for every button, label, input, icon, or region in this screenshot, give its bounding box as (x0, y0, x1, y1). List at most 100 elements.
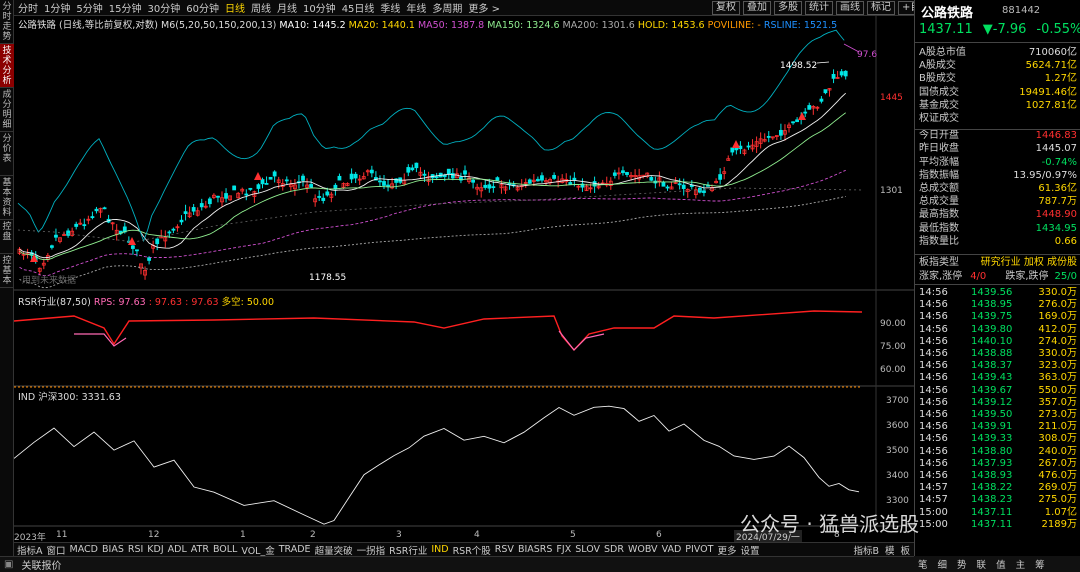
indicator-tab-15[interactable]: RSR个股 (453, 543, 491, 557)
rsr-legend-dk: 多空: 50.00 (221, 297, 275, 308)
bottom-right-tab-0[interactable]: 指标B (853, 543, 879, 557)
indicator-tab-3[interactable]: BIAS (102, 544, 124, 555)
tick-row: 14:56 1439.91 211.0万 (919, 421, 1077, 433)
indicator-tab-23[interactable]: PIVOT (685, 544, 713, 555)
candle-body (839, 71, 844, 76)
candle-body (665, 186, 670, 189)
period-10[interactable]: 45日线 (342, 0, 375, 15)
panel-tab-1[interactable]: 细 (938, 557, 948, 571)
period-14[interactable]: 更多 > (468, 0, 500, 15)
chart-canvas[interactable] (13, 16, 914, 542)
candle-body (349, 173, 354, 180)
left-tab-5[interactable]: 控盘 (0, 220, 14, 254)
indicator-tab-14[interactable]: IND (431, 544, 448, 555)
indicator-tab-10[interactable]: TRADE (279, 544, 311, 555)
indicator-tab-22[interactable]: VAD (662, 544, 682, 555)
period-6[interactable]: 日线 (225, 0, 245, 15)
left-tab-6[interactable]: 控基本 (0, 254, 14, 288)
indicator-tab-18[interactable]: FJX (556, 544, 571, 555)
candle-body (471, 179, 476, 183)
candle-body (321, 197, 326, 201)
tick-row: 14:57 1438.23 275.0万 (919, 494, 1077, 506)
period-1[interactable]: 1分钟 (44, 0, 70, 15)
panel-tab-6[interactable]: 筹 (1035, 557, 1045, 571)
period-0[interactable]: 分时 (18, 0, 38, 15)
panel-tab-3[interactable]: 联 (977, 557, 987, 571)
bottom-right-tab-1[interactable]: 模 (885, 543, 895, 557)
period-13[interactable]: 多周期 (432, 0, 462, 15)
time-tick-label: 12 (148, 530, 160, 540)
indicator-tab-2[interactable]: MACD (70, 544, 98, 555)
candle-body (463, 170, 467, 175)
stat-value: 61.36亿 (1038, 183, 1077, 194)
candle-body (483, 184, 488, 188)
candle-body (378, 180, 382, 183)
stat-label: B股成交 (919, 73, 956, 85)
tick-row: 14:57 1438.22 269.0万 (919, 482, 1077, 494)
left-tab-2[interactable]: 成分明细 (0, 88, 14, 132)
stat-value: 710060亿 (1028, 47, 1077, 58)
buy-signal-marker (254, 172, 262, 180)
indicator-tab-8[interactable]: BOLL (213, 544, 237, 555)
stat-row: 指数量比 0.66 (919, 235, 1077, 248)
period-7[interactable]: 周线 (251, 0, 271, 15)
indicator-tab-19[interactable]: SLOV (575, 544, 600, 555)
chart-area[interactable]: 公路铁路 (日线,等比前复权,对数) M6(5,20,50,150,200,13… (13, 16, 914, 543)
candle-body (766, 136, 771, 138)
period-9[interactable]: 10分钟 (303, 0, 336, 15)
bottom-right-tab-2[interactable]: 板 (900, 543, 910, 557)
indicator-tab-16[interactable]: RSV (495, 544, 514, 555)
period-5[interactable]: 60分钟 (186, 0, 219, 15)
indicator-tab-9[interactable]: VOL_金 (241, 543, 274, 557)
left-tab-4[interactable]: 基本资料 (0, 176, 14, 220)
period-4[interactable]: 30分钟 (147, 0, 180, 15)
indicator-tab-25[interactable]: 设置 (740, 543, 759, 557)
period-2[interactable]: 5分钟 (76, 0, 102, 15)
status-label[interactable]: 关联报价 (21, 557, 61, 572)
period-11[interactable]: 季线 (380, 0, 400, 15)
indicator-tab-12[interactable]: 一拐指 (357, 543, 386, 557)
indicator-tab-24[interactable]: 更多 (717, 543, 736, 557)
left-tab-0[interactable]: 分时走势 (0, 0, 14, 44)
candle-body (66, 230, 70, 236)
indicator-tab-13[interactable]: RSR行业 (389, 543, 427, 557)
left-tab-3[interactable]: 分价表 (0, 132, 14, 176)
toolbar-button-5[interactable]: 标记 (867, 1, 895, 15)
indicator-tab-5[interactable]: KDJ (147, 544, 163, 555)
indicator-tab-20[interactable]: SDR (604, 544, 624, 555)
panel-tab-4[interactable]: 值 (996, 557, 1006, 571)
toolbar-button-2[interactable]: 多股 (774, 1, 802, 15)
period-8[interactable]: 月线 (277, 0, 297, 15)
indicator-tab-21[interactable]: WOBV (628, 544, 658, 555)
tick-time: 14:57 (919, 494, 948, 506)
stat-value: 1445.07 (1035, 143, 1077, 155)
panel-tab-5[interactable]: 主 (1016, 557, 1026, 571)
candle-body (414, 162, 419, 169)
stat-label: 总成交额 (919, 183, 959, 194)
period-3[interactable]: 15分钟 (109, 0, 142, 15)
indicator-tab-0[interactable]: 指标A (17, 543, 43, 557)
toolbar-button-0[interactable]: 复权 (712, 1, 740, 15)
panel-tab-2[interactable]: 势 (957, 557, 967, 571)
left-tab-1[interactable]: 技术分析 (0, 44, 14, 88)
indicator-tab-4[interactable]: RSI (128, 544, 143, 555)
indicator-tab-1[interactable]: 窗口 (47, 543, 66, 557)
toolbar-button-4[interactable]: 画线 (836, 1, 864, 15)
indicator-tab-7[interactable]: ATR (191, 544, 209, 555)
tick-row: 14:56 1439.67 550.0万 (919, 385, 1077, 397)
candle-body (625, 172, 629, 175)
stat-value: -0.74% (1041, 156, 1077, 168)
panel-tab-0[interactable]: 笔 (918, 557, 928, 571)
candle-body (74, 223, 79, 227)
board-type-value[interactable]: 研究行业 加权 成份股 (981, 256, 1077, 269)
toolbar-button-1[interactable]: 叠加 (743, 1, 771, 15)
indicator-tab-11[interactable]: 超量突破 (315, 543, 353, 557)
tick-price: 1437.11 (971, 518, 1013, 530)
status-icon[interactable]: ▣ (4, 559, 13, 570)
indicator-tab-17[interactable]: BIASRS (518, 544, 552, 555)
toolbar-button-3[interactable]: 统计 (805, 1, 833, 15)
tick-volume: 169.0万 (1038, 311, 1077, 323)
candle-body (369, 169, 374, 174)
indicator-tab-6[interactable]: ADL (168, 544, 187, 555)
period-12[interactable]: 年线 (406, 0, 426, 15)
